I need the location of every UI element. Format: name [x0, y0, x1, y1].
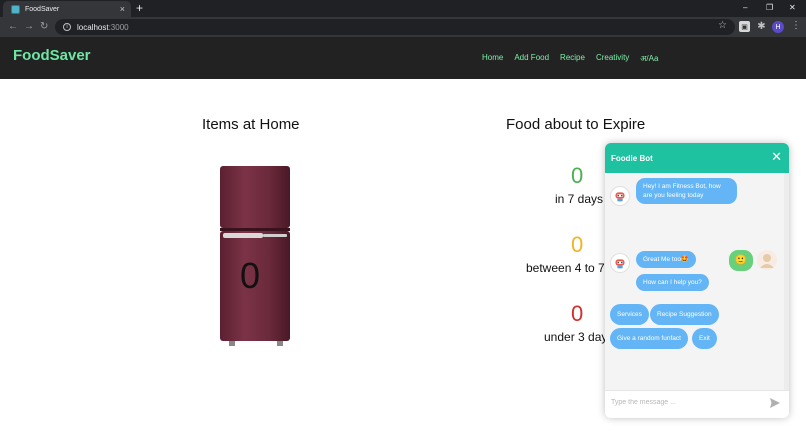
bot-avatar-icon — [610, 253, 630, 273]
nav-home[interactable]: Home — [482, 53, 503, 64]
chat-input-row — [605, 390, 789, 418]
new-tab-button[interactable]: + — [136, 1, 143, 16]
nav-creativity[interactable]: Creativity — [596, 53, 629, 64]
site-info-icon[interactable]: i — [63, 23, 71, 31]
close-icon[interactable]: ✕ — [771, 150, 782, 164]
option-services-button[interactable]: Services — [610, 304, 649, 325]
profile-avatar[interactable]: H — [772, 21, 784, 33]
address-bar[interactable]: i localhost:3000 ☆ — [55, 19, 735, 35]
reload-icon[interactable]: ↻ — [40, 20, 48, 34]
screen: FoodSaver × + – ❐ ✕ ← → ↻ i localhost:30… — [0, 0, 806, 432]
forward-icon[interactable]: → — [24, 20, 34, 34]
tab-close-icon[interactable]: × — [120, 4, 125, 14]
expire-title: Food about to Expire — [506, 116, 646, 133]
expire-3-days-count: 0 — [571, 301, 584, 326]
expire-3-days-label: under 3 days — [544, 330, 614, 344]
bot-message-question: How can I help you? — [636, 274, 709, 291]
expire-4-7-days-count: 0 — [571, 232, 584, 257]
chat-messages[interactable]: Hey! I am Fitness Bot, how are you feeli… — [605, 173, 789, 390]
send-icon[interactable] — [769, 397, 781, 409]
extension-icon[interactable]: ▣ — [739, 21, 750, 32]
close-window-icon[interactable]: ✕ — [789, 1, 796, 15]
user-message: 🙂 — [729, 250, 753, 271]
chatbot-title: Foodie Bot — [611, 154, 653, 163]
chat-message-input[interactable] — [611, 399, 761, 406]
restore-icon[interactable]: ❐ — [766, 1, 773, 15]
minimize-icon[interactable]: – — [743, 1, 747, 15]
expire-7-days-label: in 7 days — [555, 192, 604, 206]
back-icon[interactable]: ← — [8, 20, 18, 34]
bot-message-greeting: Hey! I am Fitness Bot, how are you feeli… — [636, 178, 737, 204]
expire-7-days-count: 0 — [571, 163, 584, 188]
browser-tab[interactable]: FoodSaver × — [3, 1, 131, 17]
chatbot-widget: Foodie Bot ✕ Hey! I am Fitness Bot, how … — [605, 143, 789, 418]
browser-toolbar: ← → ↻ i localhost:3000 ☆ — [0, 17, 806, 37]
chatbot-header: Foodie Bot ✕ — [605, 143, 789, 173]
nav-add-food[interactable]: Add Food — [514, 53, 549, 64]
bot-avatar-icon — [610, 186, 630, 206]
tab-title: FoodSaver — [25, 5, 60, 13]
browser-tabbar: FoodSaver × + – ❐ ✕ — [0, 0, 806, 17]
bookmark-star-icon[interactable]: ☆ — [718, 20, 727, 31]
app-navbar: FoodSaver Home Add Food Recipe Creativit… — [0, 37, 806, 79]
chat-scrollbar[interactable] — [784, 173, 789, 390]
brand-logo[interactable]: FoodSaver — [13, 47, 91, 64]
url-text: localhost:3000 — [77, 22, 129, 32]
home-items-count: 0 — [240, 255, 261, 296]
browser-menu-icon[interactable]: ⋮ — [791, 20, 801, 31]
nav-links: Home Add Food Recipe Creativity अ/Aa — [482, 53, 658, 64]
user-avatar-icon — [757, 250, 777, 270]
nav-language-toggle[interactable]: अ/Aa — [640, 53, 658, 64]
bot-message-reply: Great Me too🤩 — [636, 251, 697, 268]
favicon-icon — [11, 4, 20, 14]
option-funfact-button[interactable]: Give a random funfact — [610, 328, 688, 349]
option-recipe-suggestion-button[interactable]: Recipe Suggestion — [650, 304, 719, 325]
items-at-home-title: Items at Home — [202, 116, 300, 133]
option-exit-button[interactable]: Exit — [692, 328, 717, 349]
puzzle-extensions-icon[interactable]: ✱ — [756, 21, 767, 32]
nav-recipe[interactable]: Recipe — [560, 53, 585, 64]
